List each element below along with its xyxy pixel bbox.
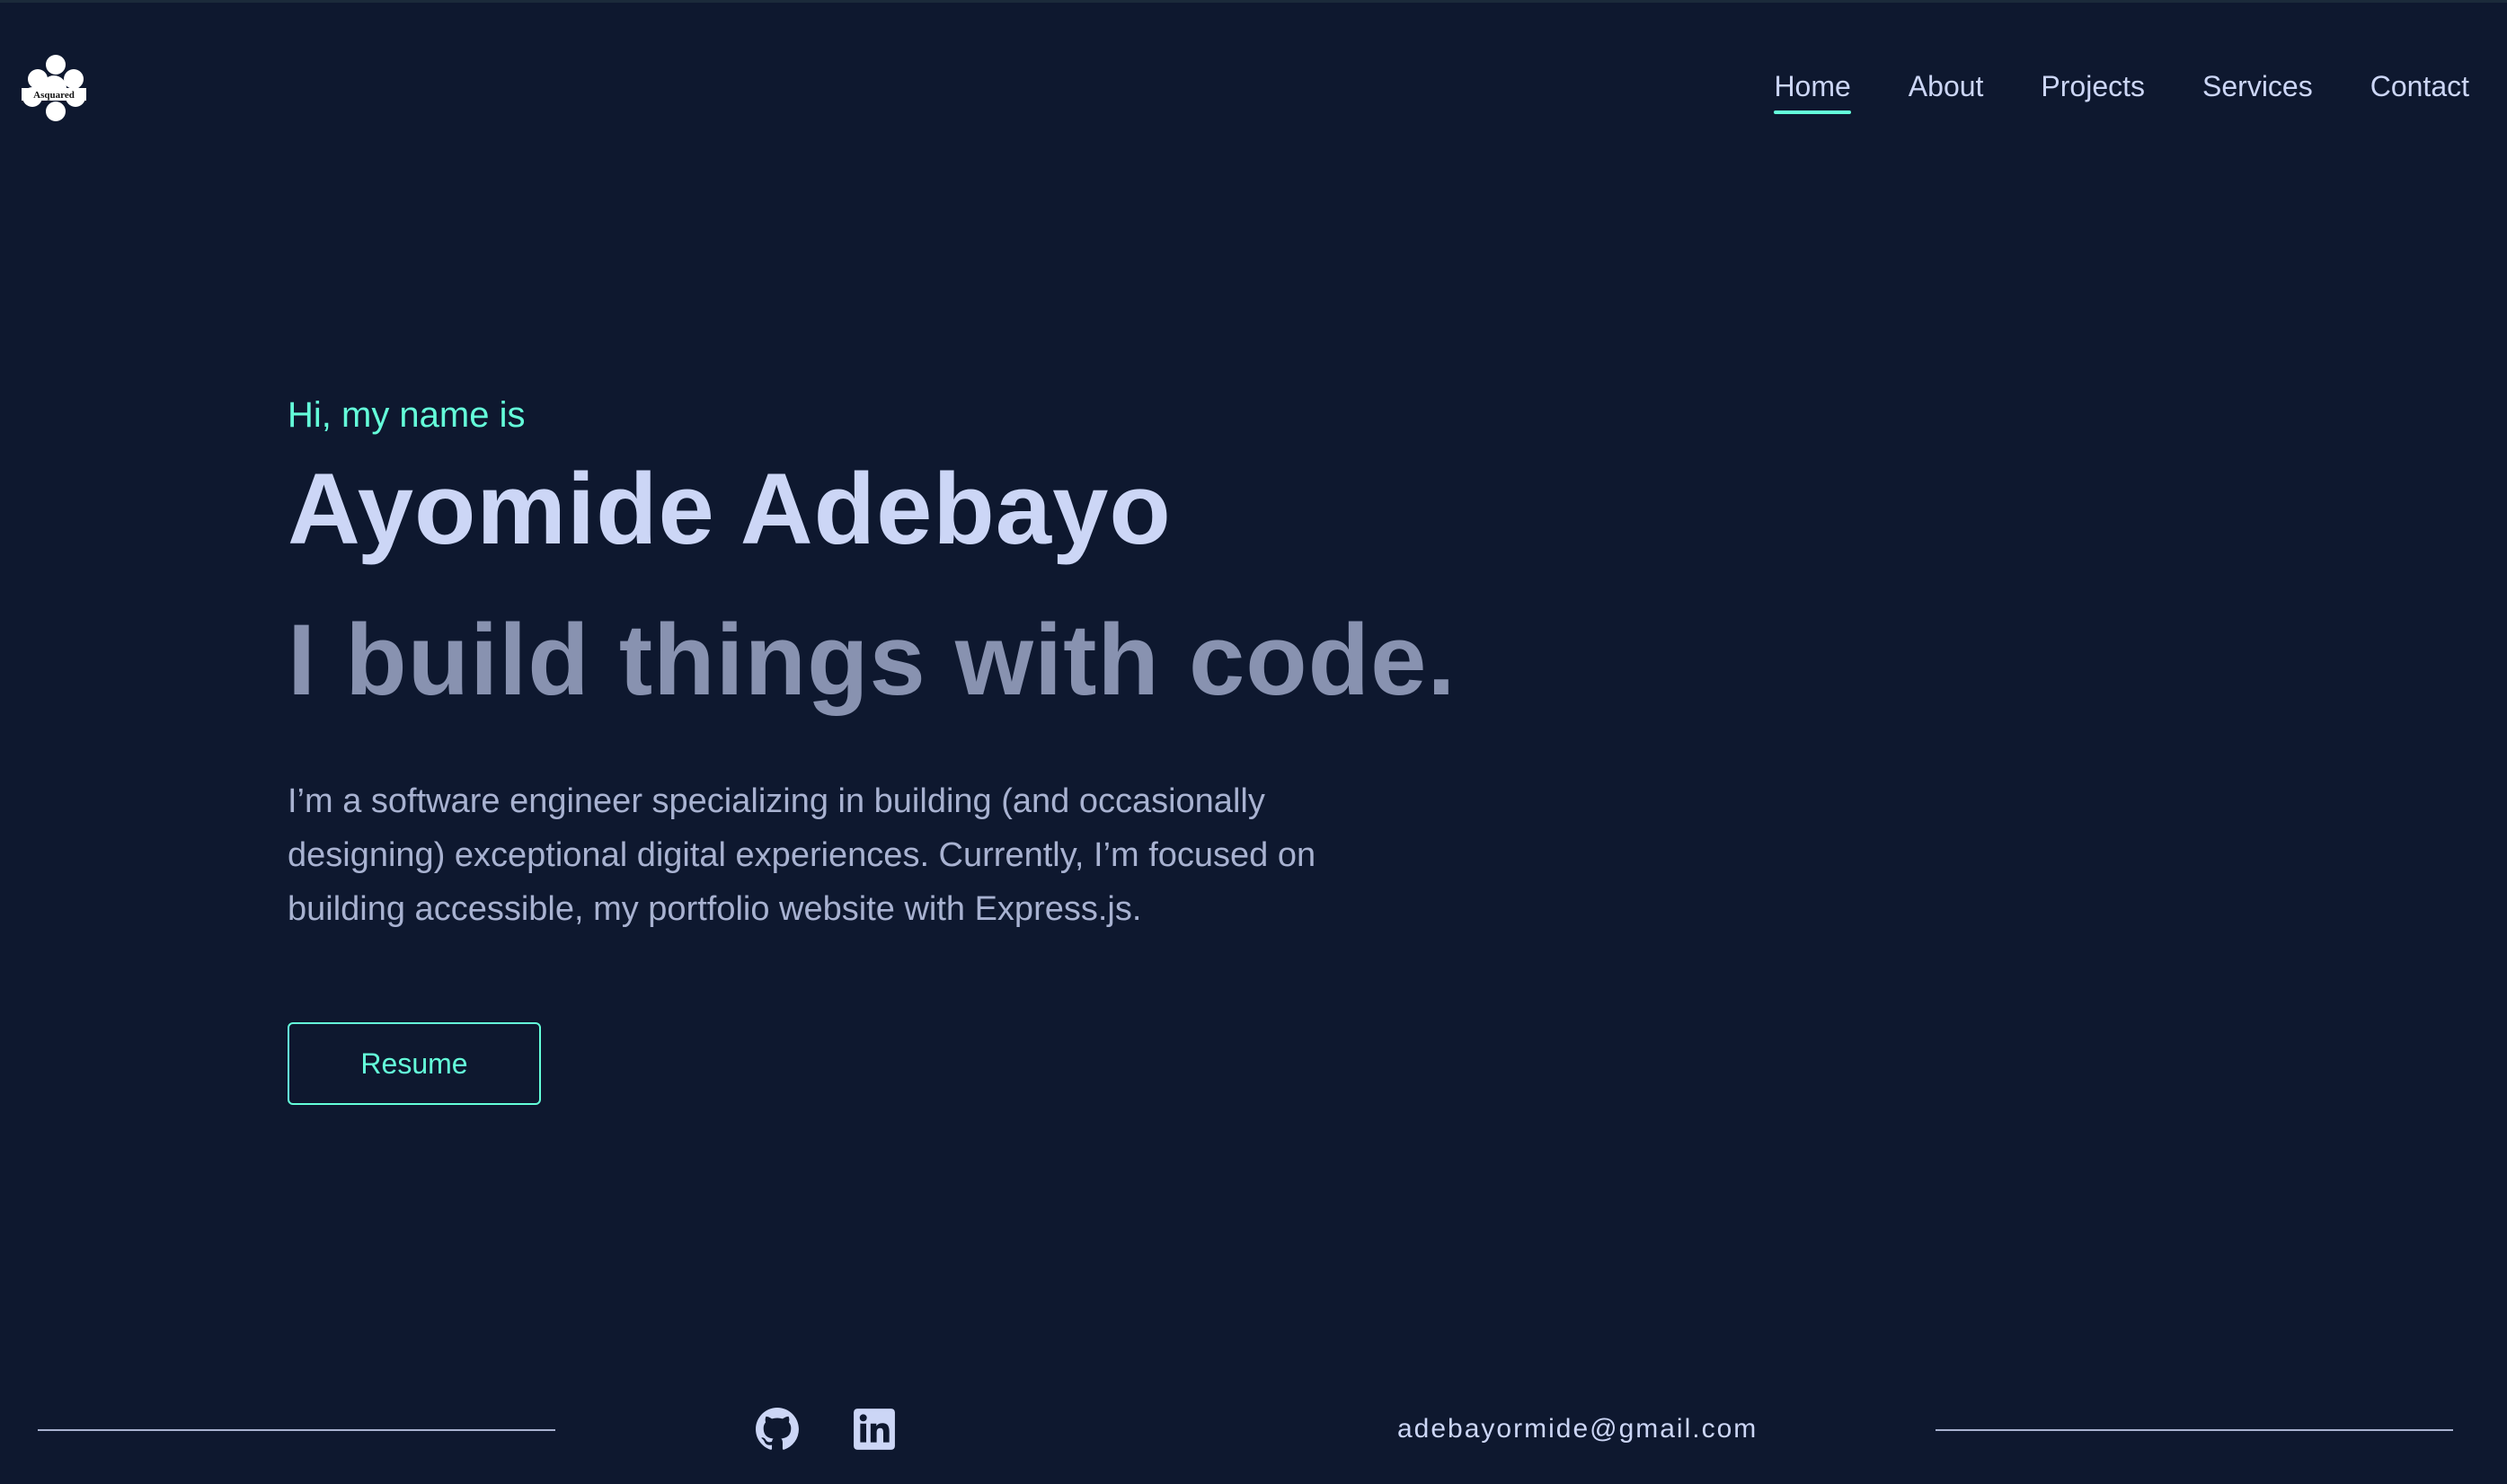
hero-section: Hi, my name is Ayomide Adebayo I build t…	[288, 386, 1635, 1105]
nav-contact-link[interactable]: Contact	[2370, 66, 2469, 114]
top-edge-divider	[0, 0, 2507, 3]
nav-projects-link[interactable]: Projects	[2041, 66, 2145, 114]
hero-description: I’m a software engineer specializing in …	[288, 782, 1316, 928]
hero-greeting: Hi, my name is	[288, 395, 526, 435]
main-nav: Home About Projects Services Contact	[1716, 66, 2469, 114]
flower-logo-icon: Asquared	[22, 55, 86, 121]
footer-right-divider	[1936, 1429, 2453, 1431]
hero-name: Ayomide Adebayo	[288, 453, 1172, 565]
logo-wordmark: Asquared	[33, 90, 75, 101]
nav-home-link[interactable]: Home	[1774, 66, 1852, 114]
nav-services-link[interactable]: Services	[2202, 66, 2313, 114]
hero-tagline: I build things with code.	[288, 604, 1457, 716]
email-link[interactable]: adebayormide@gmail.com	[1397, 1414, 1758, 1444]
nav-about-link[interactable]: About	[1909, 66, 1984, 114]
footer-left-divider	[38, 1429, 555, 1431]
resume-button[interactable]: Resume	[288, 1022, 541, 1105]
github-icon[interactable]	[755, 1407, 800, 1452]
brand-logo[interactable]: Asquared	[20, 52, 88, 124]
linkedin-icon[interactable]	[852, 1407, 897, 1452]
